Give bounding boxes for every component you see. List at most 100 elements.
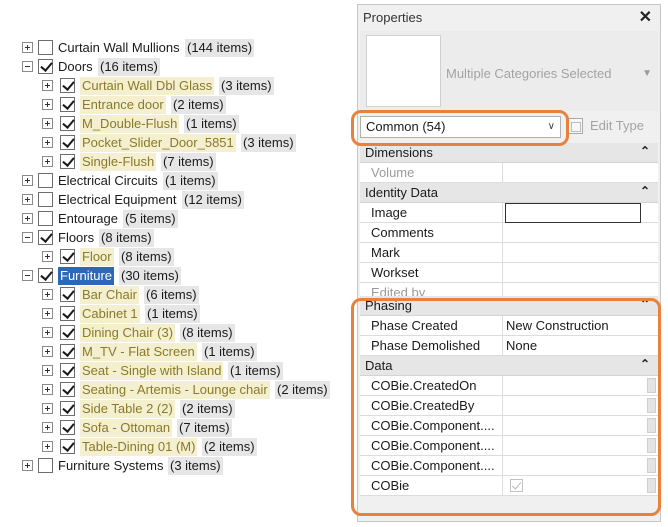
tree-item-label[interactable]: Pocket_Slider_Door_5851: [80, 134, 236, 152]
category-filter-dropdown[interactable]: Common (54) ∨: [360, 116, 561, 138]
property-row[interactable]: COBie.Component....: [360, 436, 658, 456]
property-value[interactable]: [504, 163, 640, 183]
tree-row[interactable]: Doors (16 items): [0, 57, 352, 76]
tree-item-label[interactable]: Single-Flush: [80, 153, 157, 171]
tree-item-label[interactable]: M_TV - Flat Screen: [80, 343, 197, 361]
expand-icon[interactable]: [22, 175, 33, 186]
tree-row[interactable]: Entrance door (2 items): [0, 95, 352, 114]
tree-item-label[interactable]: Seat - Single with Island: [80, 362, 224, 380]
tree-item-label[interactable]: Electrical Circuits: [58, 172, 158, 190]
tree-row[interactable]: Electrical Circuits (1 items): [0, 171, 352, 190]
collapse-icon[interactable]: [22, 270, 33, 281]
browse-button[interactable]: [647, 398, 656, 413]
tree-row[interactable]: Furniture Systems (3 items): [0, 456, 352, 475]
property-row[interactable]: Volume: [360, 163, 658, 183]
expand-icon[interactable]: [42, 346, 53, 357]
tree-row[interactable]: Floors (8 items): [0, 228, 352, 247]
tree-row[interactable]: Entourage (5 items): [0, 209, 352, 228]
browse-button[interactable]: [647, 378, 656, 393]
property-value[interactable]: [504, 223, 640, 243]
collapse-section-icon[interactable]: ⌃: [640, 357, 650, 371]
property-row[interactable]: COBie.Component....: [360, 416, 658, 436]
section-header[interactable]: Data ⌃: [360, 356, 658, 376]
expand-icon[interactable]: [22, 194, 33, 205]
property-row[interactable]: COBie: [360, 476, 658, 496]
property-row[interactable]: Workset: [360, 263, 658, 283]
expand-icon[interactable]: [42, 403, 53, 414]
browse-button[interactable]: [647, 438, 656, 453]
tree-item-label[interactable]: Dining Chair (3): [80, 324, 176, 342]
tree-row[interactable]: Side Table 2 (2) (2 items): [0, 399, 352, 418]
property-row[interactable]: Image: [360, 203, 658, 223]
tree-item-label[interactable]: Entrance door: [80, 96, 166, 114]
property-value[interactable]: [504, 376, 640, 396]
property-value[interactable]: [504, 396, 640, 416]
tree-item-label[interactable]: Furniture: [58, 267, 115, 285]
property-row[interactable]: COBie.Component....: [360, 456, 658, 476]
expand-icon[interactable]: [42, 251, 53, 262]
tree-checkbox[interactable]: [60, 154, 75, 169]
tree-checkbox[interactable]: [60, 363, 75, 378]
tree-checkbox[interactable]: [38, 458, 53, 473]
tree-checkbox[interactable]: [38, 59, 53, 74]
tree-checkbox[interactable]: [38, 211, 53, 226]
expand-icon[interactable]: [42, 156, 53, 167]
tree-row[interactable]: Curtain Wall Dbl Glass (3 items): [0, 76, 352, 95]
tree-item-label[interactable]: M_Double-Flush: [80, 115, 180, 133]
chevron-down-icon[interactable]: ∨: [548, 121, 555, 132]
tree-row[interactable]: Curtain Wall Mullions (144 items): [0, 38, 352, 57]
property-value[interactable]: [504, 456, 640, 476]
tree-row[interactable]: M_TV - Flat Screen (1 items): [0, 342, 352, 361]
tree-checkbox[interactable]: [38, 192, 53, 207]
expand-icon[interactable]: [22, 42, 33, 53]
tree-checkbox[interactable]: [38, 268, 53, 283]
tree-checkbox[interactable]: [38, 230, 53, 245]
property-row[interactable]: Comments: [360, 223, 658, 243]
close-icon[interactable]: ✕: [639, 7, 652, 27]
property-value[interactable]: New Construction: [504, 316, 640, 336]
expand-icon[interactable]: [42, 118, 53, 129]
collapse-icon[interactable]: [22, 61, 33, 72]
expand-icon[interactable]: [42, 384, 53, 395]
tree-item-label[interactable]: Side Table 2 (2): [80, 400, 175, 418]
tree-checkbox[interactable]: [60, 344, 75, 359]
expand-icon[interactable]: [42, 289, 53, 300]
tree-item-label[interactable]: Furniture Systems: [58, 457, 163, 475]
tree-checkbox[interactable]: [60, 78, 75, 93]
property-value[interactable]: [504, 476, 640, 496]
browse-button[interactable]: [647, 418, 656, 433]
expand-icon[interactable]: [42, 365, 53, 376]
section-header[interactable]: Identity Data ⌃: [360, 183, 658, 203]
property-value[interactable]: [504, 243, 640, 263]
tree-checkbox[interactable]: [60, 382, 75, 397]
expand-icon[interactable]: [42, 99, 53, 110]
property-row[interactable]: Mark: [360, 243, 658, 263]
property-value[interactable]: [505, 203, 641, 223]
tree-item-label[interactable]: Curtain Wall Dbl Glass: [80, 77, 215, 95]
property-value[interactable]: [504, 436, 640, 456]
browse-button[interactable]: [647, 458, 656, 473]
type-selector[interactable]: Multiple Categories Selected ▼: [360, 31, 658, 111]
tree-item-label[interactable]: Bar Chair: [80, 286, 139, 304]
expand-icon[interactable]: [42, 422, 53, 433]
expand-icon[interactable]: [22, 460, 33, 471]
section-header[interactable]: Dimensions ⌃: [360, 143, 658, 163]
tree-item-label[interactable]: Sofa - Ottoman: [80, 419, 173, 437]
collapse-section-icon[interactable]: ⌃: [640, 184, 650, 198]
property-row[interactable]: Edited by: [360, 283, 658, 296]
tree-item-label[interactable]: Doors: [58, 58, 93, 76]
tree-checkbox[interactable]: [60, 325, 75, 340]
tree-row[interactable]: Furniture (30 items): [0, 266, 352, 285]
tree-checkbox[interactable]: [60, 135, 75, 150]
type-dropdown-icon[interactable]: ▼: [642, 68, 652, 79]
tree-item-label[interactable]: Entourage: [58, 210, 118, 228]
expand-icon[interactable]: [42, 137, 53, 148]
property-value[interactable]: [504, 416, 640, 436]
expand-icon[interactable]: [42, 308, 53, 319]
property-value[interactable]: [504, 283, 640, 296]
collapse-section-icon[interactable]: ⌃: [640, 297, 650, 311]
expand-icon[interactable]: [22, 213, 33, 224]
property-row[interactable]: COBie.CreatedBy: [360, 396, 658, 416]
tree-checkbox[interactable]: [60, 401, 75, 416]
tree-checkbox[interactable]: [60, 439, 75, 454]
